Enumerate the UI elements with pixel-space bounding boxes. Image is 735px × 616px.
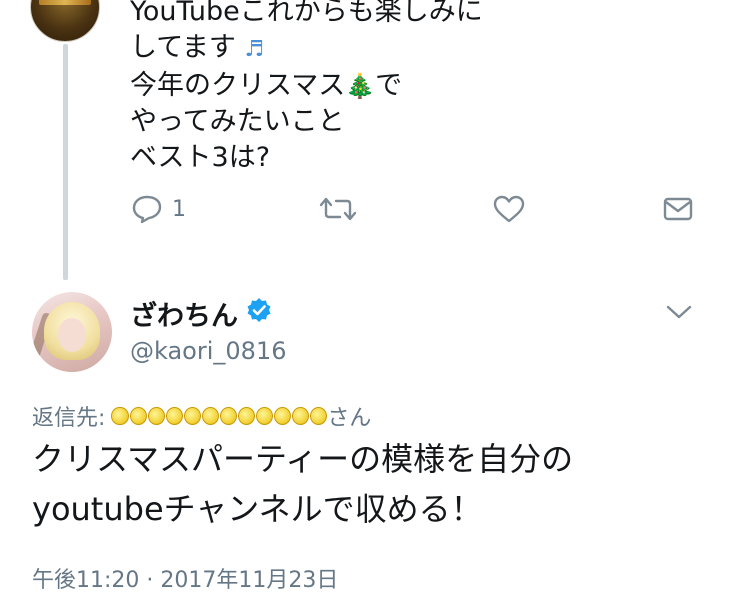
parent-action-bar: 1 bbox=[0, 191, 735, 231]
reply-to-suffix: さん bbox=[327, 406, 372, 431]
parent-line-2: してます bbox=[130, 32, 236, 63]
tweet-menu-button[interactable] bbox=[664, 302, 694, 326]
parent-line-3a: 今年のクリスマス bbox=[130, 70, 346, 101]
parent-avatar[interactable] bbox=[30, 0, 100, 42]
parent-line-4: やってみたいこと bbox=[130, 106, 345, 137]
tweet-timestamp[interactable]: 午後11:20 · 2017年11月23日 bbox=[32, 562, 338, 594]
reply-button[interactable]: 1 bbox=[130, 191, 186, 227]
music-notes-emoji: ♬ bbox=[244, 37, 265, 62]
parent-line-1: YouTubeこれからも楽しみに bbox=[130, 0, 483, 27]
reply-icon bbox=[130, 194, 164, 224]
author-name-row[interactable]: ざわちん bbox=[130, 294, 272, 333]
chevron-down-icon bbox=[664, 305, 694, 326]
heart-icon bbox=[492, 194, 526, 224]
envelope-icon bbox=[662, 194, 694, 224]
author-display-name[interactable]: ざわちん bbox=[130, 294, 238, 333]
parent-line-3b: で bbox=[375, 70, 403, 101]
tweet-body-line-2: youtubeチャンネルで収める！ bbox=[32, 490, 483, 528]
reply-to-label: 返信先: bbox=[32, 406, 106, 431]
thread-line bbox=[63, 44, 68, 280]
retweet-button[interactable] bbox=[318, 191, 358, 227]
author-handle[interactable]: @kaori_0816 bbox=[130, 337, 286, 365]
tweet-body: クリスマスパーティーの模様を自分の youtubeチャンネルで収める！ bbox=[32, 434, 712, 534]
tweet-body-line-1: クリスマスパーティーの模様を自分の bbox=[32, 440, 574, 478]
reply-to-line: 返信先: さん bbox=[32, 400, 371, 432]
parent-tweet-text: YouTubeこれからも楽しみに してます ♬ 今年のクリスマス🎄で やってみた… bbox=[130, 0, 650, 176]
retweet-icon bbox=[318, 194, 358, 224]
christmas-tree-emoji: 🎄 bbox=[345, 72, 376, 100]
direct-message-button[interactable] bbox=[662, 191, 694, 227]
like-button[interactable] bbox=[492, 191, 526, 227]
reply-count: 1 bbox=[172, 196, 186, 222]
parent-line-5: ベスト3は? bbox=[130, 142, 271, 173]
reply-to-handle-obscured[interactable] bbox=[111, 402, 328, 430]
verified-badge-icon bbox=[246, 297, 272, 330]
author-avatar[interactable] bbox=[32, 292, 112, 372]
